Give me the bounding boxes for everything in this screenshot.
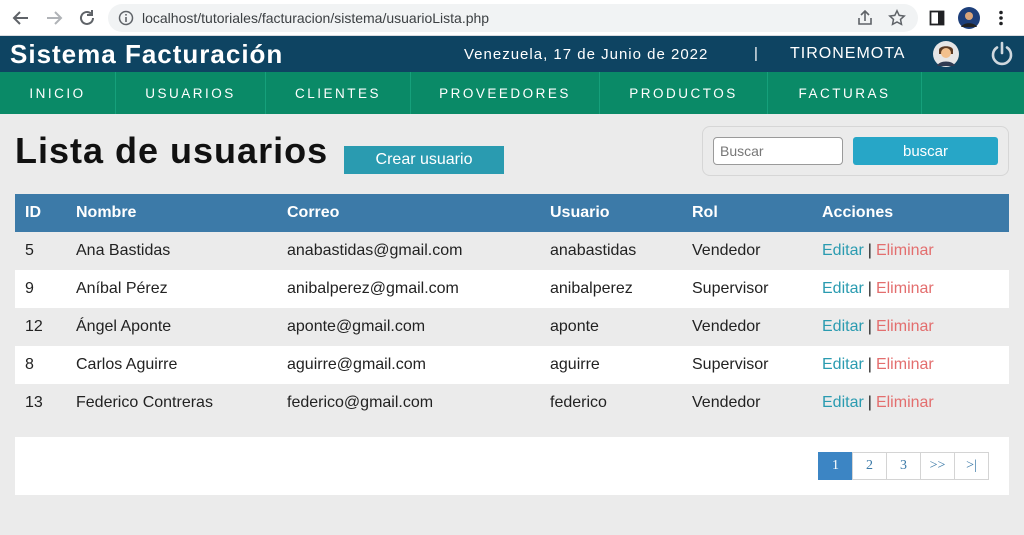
cell-username: aponte: [550, 318, 599, 335]
column-header-id: ID: [25, 204, 41, 221]
url-text[interactable]: localhost/tutoriales/facturacion/sistema…: [142, 10, 489, 26]
side-panel-icon[interactable]: [926, 7, 948, 29]
users-table: ID Nombre Correo Usuario Rol Acciones 5 …: [15, 194, 1009, 422]
page-next-button[interactable]: >>: [920, 452, 955, 480]
cell-email: anabastidas@gmail.com: [287, 242, 463, 259]
cell-role: Vendedor: [692, 318, 761, 335]
create-user-button[interactable]: Crear usuario: [344, 146, 504, 174]
menu-item-clientes[interactable]: CLIENTES: [266, 72, 411, 114]
cell-email: aponte@gmail.com: [287, 318, 426, 335]
menu-item-usuarios[interactable]: USUARIOS: [116, 72, 266, 114]
browser-toolbar: localhost/tutoriales/facturacion/sistema…: [0, 0, 1024, 36]
table-row: 13 Federico Contreras federico@gmail.com…: [15, 384, 1009, 422]
pagination: 1 2 3 >> >|: [818, 452, 989, 480]
forward-arrow-icon[interactable]: [43, 7, 65, 29]
pagination-panel: 1 2 3 >> >|: [15, 437, 1009, 495]
page-last-button[interactable]: >|: [954, 452, 989, 480]
cell-actions: Editar | Eliminar: [822, 232, 934, 270]
table-header: ID Nombre Correo Usuario Rol Acciones: [15, 194, 1009, 232]
menu-item-facturas[interactable]: FACTURAS: [768, 72, 922, 114]
cell-email: federico@gmail.com: [287, 394, 434, 411]
table-row: 12 Ángel Aponte aponte@gmail.com aponte …: [15, 308, 1009, 346]
column-header-usuario: Usuario: [550, 204, 610, 221]
search-form: buscar: [702, 126, 1009, 176]
delete-link[interactable]: Eliminar: [876, 242, 934, 260]
cell-name: Federico Contreras: [76, 394, 213, 411]
edit-link[interactable]: Editar: [822, 356, 864, 374]
cell-email: aguirre@gmail.com: [287, 356, 426, 373]
reload-icon[interactable]: [76, 7, 98, 29]
delete-link[interactable]: Eliminar: [876, 394, 934, 412]
user-avatar-icon: [933, 41, 959, 67]
cell-email: anibalperez@gmail.com: [287, 280, 459, 297]
cell-id: 12: [25, 318, 43, 335]
more-options-icon[interactable]: [990, 7, 1012, 29]
header-date: Venezuela, 17 de Junio de 2022: [464, 46, 709, 63]
app-title: Sistema Facturación: [10, 39, 284, 69]
profile-avatar[interactable]: [958, 7, 980, 29]
table-row: 9 Aníbal Pérez anibalperez@gmail.com ani…: [15, 270, 1009, 308]
edit-link[interactable]: Editar: [822, 280, 864, 298]
cell-name: Ángel Aponte: [76, 318, 172, 335]
header-separator: |: [754, 45, 758, 62]
column-header-acciones: Acciones: [822, 204, 894, 221]
column-header-nombre: Nombre: [76, 204, 137, 221]
action-separator: |: [867, 242, 872, 259]
action-separator: |: [867, 318, 872, 335]
search-button[interactable]: buscar: [853, 137, 998, 165]
address-bar[interactable]: localhost/tutoriales/facturacion/sistema…: [108, 4, 918, 32]
table-row: 8 Carlos Aguirre aguirre@gmail.com aguir…: [15, 346, 1009, 384]
cell-id: 8: [25, 356, 34, 373]
menu-item-proveedores[interactable]: PROVEEDORES: [411, 72, 600, 114]
menu-item-inicio[interactable]: INICIO: [0, 72, 116, 114]
share-icon[interactable]: [856, 9, 874, 27]
delete-link[interactable]: Eliminar: [876, 318, 934, 336]
cell-name: Carlos Aguirre: [76, 356, 178, 373]
cell-id: 13: [25, 394, 43, 411]
search-input[interactable]: [713, 137, 843, 165]
column-header-rol: Rol: [692, 204, 718, 221]
action-separator: |: [867, 280, 872, 297]
cell-role: Vendedor: [692, 394, 761, 411]
site-info-icon[interactable]: [118, 10, 134, 26]
action-separator: |: [867, 356, 872, 373]
cell-role: Supervisor: [692, 356, 769, 373]
page-button-1[interactable]: 1: [818, 452, 853, 480]
app-header: Sistema Facturación Venezuela, 17 de Jun…: [0, 36, 1024, 72]
cell-username: federico: [550, 394, 607, 411]
page-title: Lista de usuarios: [15, 130, 329, 171]
cell-name: Aníbal Pérez: [76, 280, 168, 297]
edit-link[interactable]: Editar: [822, 394, 864, 412]
cell-actions: Editar | Eliminar: [822, 346, 934, 384]
cell-role: Vendedor: [692, 242, 761, 259]
delete-link[interactable]: Eliminar: [876, 356, 934, 374]
cell-username: anabastidas: [550, 242, 637, 259]
header-username: TIRONEMOTA: [790, 45, 906, 62]
cell-username: aguirre: [550, 356, 600, 373]
edit-link[interactable]: Editar: [822, 242, 864, 260]
edit-link[interactable]: Editar: [822, 318, 864, 336]
cell-username: anibalperez: [550, 280, 633, 297]
cell-actions: Editar | Eliminar: [822, 308, 934, 346]
cell-actions: Editar | Eliminar: [822, 384, 934, 422]
page-button-2[interactable]: 2: [852, 452, 887, 480]
back-arrow-icon[interactable]: [10, 7, 32, 29]
page-button-3[interactable]: 3: [886, 452, 921, 480]
cell-name: Ana Bastidas: [76, 242, 171, 259]
main-menu: INICIO USUARIOS CLIENTES PROVEEDORES PRO…: [0, 72, 1024, 114]
cell-actions: Editar | Eliminar: [822, 270, 934, 308]
cell-id: 5: [25, 242, 34, 259]
action-separator: |: [867, 394, 872, 411]
power-logout-icon[interactable]: [989, 41, 1015, 67]
cell-id: 9: [25, 280, 34, 297]
delete-link[interactable]: Eliminar: [876, 280, 934, 298]
table-row: 5 Ana Bastidas anabastidas@gmail.com ana…: [15, 232, 1009, 270]
column-header-correo: Correo: [287, 204, 340, 221]
menu-item-productos[interactable]: PRODUCTOS: [600, 72, 768, 114]
cell-role: Supervisor: [692, 280, 769, 297]
bookmark-star-icon[interactable]: [888, 9, 906, 27]
